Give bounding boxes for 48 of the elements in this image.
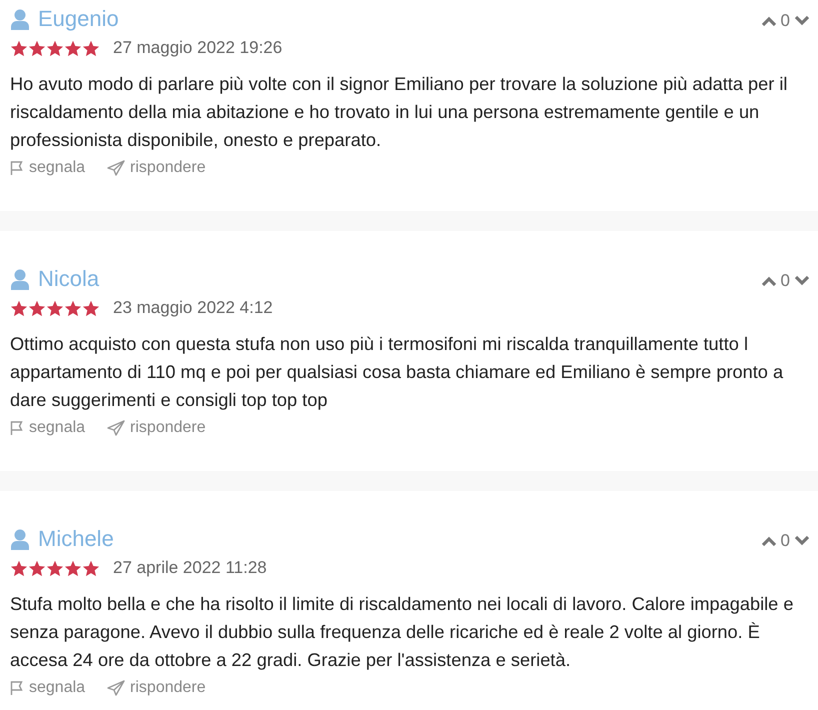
star-icon <box>10 560 28 576</box>
user-icon <box>10 268 30 290</box>
report-link[interactable]: segnala <box>10 416 86 440</box>
downvote-icon[interactable] <box>794 274 810 286</box>
review-date: 27 maggio 2022 19:26 <box>113 37 282 60</box>
star-icon <box>28 560 46 576</box>
review-text: Ho avuto modo di parlare più volte con il signor Emiliano per trovare la soluzione più adatta per il riscaldamento della mia abitazione e ho trovato in lui una persona estremamente gentile e un professionista disponibile, onesto e preparato. <box>10 73 788 152</box>
user-icon <box>10 8 30 30</box>
star-icon <box>10 40 28 56</box>
star-icon <box>82 560 100 576</box>
downvote-icon[interactable] <box>794 534 810 546</box>
review-text: Ottimo acquisto con questa stufa non uso più i termosifoni mi riscalda tranquillamente tutto l appartamento di 110 mq e poi per qualsiasi cosa basta chiamare ed Emiliano è sempre pronto a dare suggerimenti e consigli top top top <box>10 333 784 412</box>
author-name: Nicola <box>38 268 100 290</box>
vote-count: 0 <box>780 272 790 289</box>
upvote-icon[interactable] <box>760 534 777 546</box>
downvote-icon[interactable] <box>794 14 810 26</box>
star-icon <box>28 40 46 56</box>
star-icon <box>28 300 46 316</box>
reply-link[interactable]: rispondere <box>107 676 206 700</box>
star-icon <box>64 560 82 576</box>
review-date: 27 aprile 2022 11:28 <box>113 557 267 580</box>
star-icon <box>64 40 82 56</box>
author-name: Michele <box>38 528 114 550</box>
vote-count: 0 <box>780 12 790 29</box>
review-date: 23 maggio 2022 4:12 <box>113 297 273 320</box>
star-icon <box>64 300 82 316</box>
flag-icon <box>10 420 24 436</box>
report-link[interactable]: segnala <box>10 156 86 180</box>
star-icon <box>46 300 64 316</box>
send-icon <box>107 420 126 436</box>
star-icon <box>82 300 100 316</box>
upvote-icon[interactable] <box>760 14 777 26</box>
star-icon <box>10 300 28 316</box>
upvote-icon[interactable] <box>760 274 777 286</box>
reply-link[interactable]: rispondere <box>107 416 206 440</box>
send-icon <box>107 680 126 696</box>
user-icon <box>10 528 30 550</box>
flag-icon <box>10 680 24 696</box>
review-text: Stufa molto bella e che ha risolto il limite di riscaldamento nei locali di lavoro. Calore impagabile e senza paragone. Avevo il dubbio sulla frequenza delle ricariche ed è reale 2 volte al giorno. È accesa 24 ore da ottobre a 22 gradi. Grazie per l'assistenza e serietà. <box>10 593 794 672</box>
author-name: Eugenio <box>38 8 119 30</box>
flag-icon <box>10 160 24 176</box>
star-icon <box>46 40 64 56</box>
report-link[interactable]: segnala <box>10 676 86 700</box>
reply-link[interactable]: rispondere <box>107 156 206 180</box>
vote-count: 0 <box>780 532 790 549</box>
star-icon <box>82 40 100 56</box>
send-icon <box>107 160 126 176</box>
star-icon <box>46 560 64 576</box>
